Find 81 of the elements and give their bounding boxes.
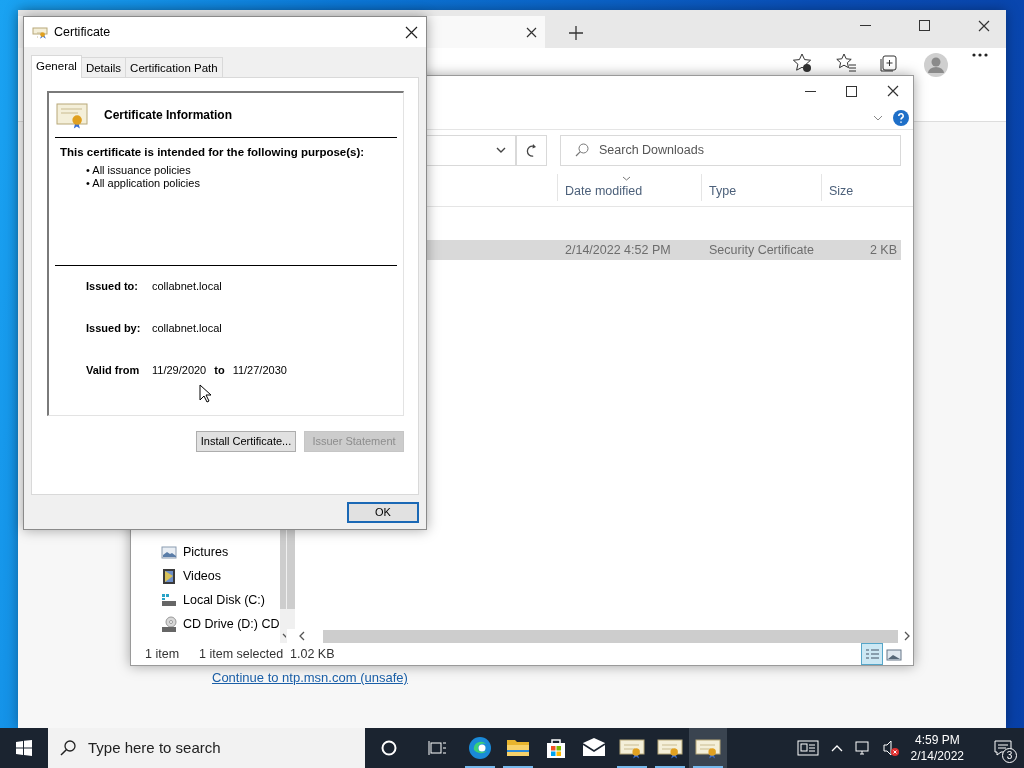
close-icon[interactable]: [405, 25, 418, 39]
disc-drive-icon: [161, 615, 177, 633]
more-options-icon[interactable]: [972, 53, 988, 57]
scroll-right-icon[interactable]: [904, 631, 910, 641]
certificate-icon: [695, 737, 721, 759]
taskbar-search-field[interactable]: Type here to search: [48, 728, 365, 768]
continue-link[interactable]: Continue to ntp.msn.com (unsafe): [212, 668, 408, 688]
field-value: 11/27/2030: [232, 363, 287, 379]
maximize-icon[interactable]: [846, 85, 857, 97]
news-widget-icon[interactable]: [796, 740, 819, 756]
task-view-icon[interactable]: [428, 740, 446, 756]
nav-item[interactable]: Videos: [161, 567, 280, 585]
tab[interactable]: Certification Path: [125, 57, 223, 77]
refresh-icon: [525, 143, 538, 157]
store-bag-icon: [544, 736, 568, 760]
install-certificate-button[interactable]: Install Certificate...: [196, 431, 296, 452]
column-header[interactable]: Date modified: [565, 184, 643, 198]
section-heading: Certificate Information: [104, 107, 232, 124]
taskbar-app-button[interactable]: [689, 728, 727, 768]
certificate-icon: [657, 737, 683, 759]
date-text: 2/14/2022: [910, 748, 964, 764]
field-value: collabnet.local: [152, 321, 222, 337]
favorites-icon[interactable]: [836, 53, 856, 73]
certificate-icon: [56, 101, 88, 129]
new-tab-icon[interactable]: [569, 26, 583, 40]
purpose-item: • All application policies: [86, 177, 201, 191]
window-title: Certificate: [54, 23, 111, 41]
table-cell-text: 2 KB: [869, 241, 898, 259]
nav-item[interactable]: CD Drive (D:) CD: [161, 615, 280, 633]
table-cell-text: 2/14/2022 4:52 PM: [564, 241, 672, 259]
certificate-icon: [619, 737, 645, 759]
favorite-star-icon[interactable]: [792, 53, 812, 73]
tab[interactable]: General: [31, 55, 82, 78]
selection-status: 1 item selected 1.02 KB: [199, 645, 335, 663]
show-hidden-icons-icon[interactable]: [830, 744, 843, 752]
expand-ribbon-icon[interactable]: [873, 114, 883, 121]
field-label: Issued by:: [86, 321, 142, 337]
search-icon: [575, 143, 589, 157]
column-header[interactable]: Size: [829, 184, 854, 198]
table-cell-text: Security Certificate: [708, 241, 815, 259]
image-icon: [886, 647, 902, 661]
clock[interactable]: 4:59 PM 2/14/2022: [910, 732, 964, 764]
network-icon[interactable]: [854, 740, 871, 756]
field-label: Issued to:: [86, 279, 139, 295]
scrollbar-thumb[interactable]: [323, 629, 898, 643]
dropdown-chevron-icon[interactable]: [495, 147, 506, 153]
search-icon: [60, 740, 76, 756]
search-field[interactable]: Search Downloads: [560, 134, 901, 166]
sort-caret-icon: [622, 176, 631, 182]
field-value: 11/29/2020: [152, 363, 207, 379]
purpose-item: • All issuance policies: [86, 164, 192, 178]
mouse-cursor-icon: [199, 384, 211, 403]
help-icon[interactable]: [893, 109, 909, 126]
volume-muted-icon[interactable]: [882, 740, 899, 756]
close-icon[interactable]: [978, 20, 990, 32]
field-value: collabnet.local: [152, 279, 222, 295]
column-header[interactable]: Type: [709, 184, 737, 198]
cortana-icon[interactable]: [381, 740, 397, 756]
field-label: to: [214, 363, 225, 379]
windows-start-icon[interactable]: [16, 740, 32, 756]
collections-icon[interactable]: [880, 53, 900, 73]
maximize-icon[interactable]: [919, 20, 930, 31]
drive-icon: [161, 591, 177, 609]
scroll-left-icon[interactable]: [299, 631, 305, 641]
film-icon: [161, 567, 177, 585]
purpose-heading: This certificate is intended for the following purpose(s):: [60, 145, 366, 160]
edge-browser-icon: [468, 736, 492, 760]
ok-button[interactable]: OK: [347, 501, 419, 523]
profile-avatar-icon[interactable]: [924, 53, 948, 77]
nav-item[interactable]: Local Disk (C:): [161, 591, 280, 609]
certificate-icon: [32, 25, 48, 39]
pictures-icon: [161, 543, 177, 561]
nav-item[interactable]: Pictures: [161, 543, 280, 561]
list-icon: [864, 647, 880, 661]
refresh-button[interactable]: [517, 134, 547, 166]
time-text: 4:59 PM: [913, 732, 961, 748]
item-count: 1 item: [145, 645, 180, 663]
notification-count: 3: [1002, 748, 1017, 763]
close-icon[interactable]: [887, 85, 899, 97]
close-tab-icon[interactable]: [526, 26, 537, 38]
field-label: Valid from: [86, 363, 141, 379]
